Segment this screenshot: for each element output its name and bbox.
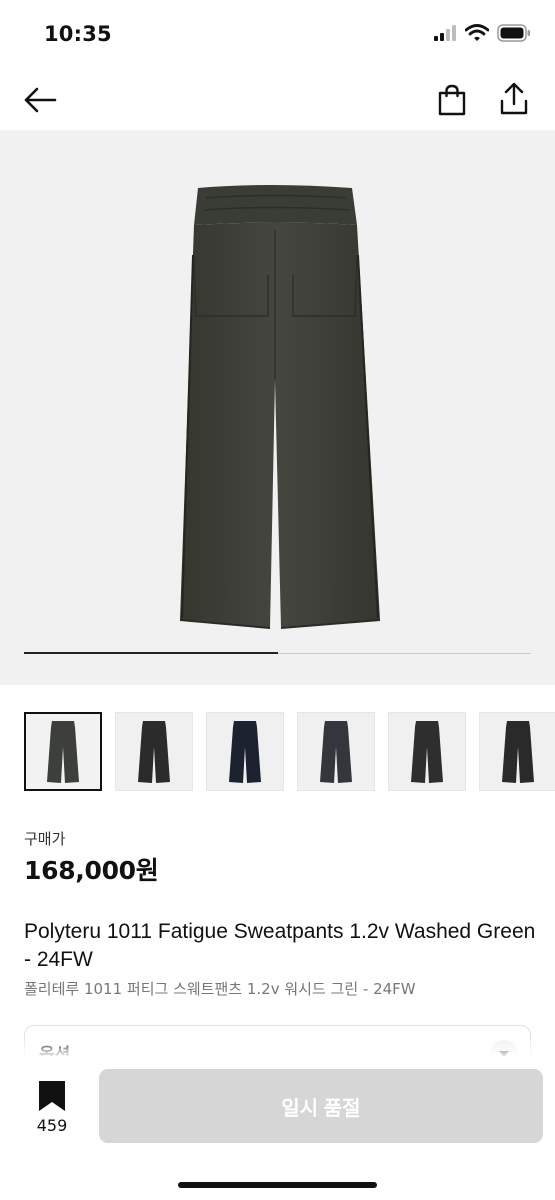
signal-icon [433, 25, 457, 45]
price-label: 구매가 [24, 830, 66, 848]
status-icons [433, 24, 531, 46]
status-bar: 10:35 [0, 0, 555, 70]
product-thumbnail[interactable] [479, 712, 555, 791]
bookmark-icon [39, 1081, 65, 1111]
bookmark-count: 459 [36, 1116, 68, 1135]
thumbnail-image [229, 720, 261, 783]
product-price: 168,000원 [24, 856, 159, 885]
thumbnail-image [138, 720, 170, 783]
share-icon [500, 82, 528, 115]
product-thumbnail[interactable] [24, 712, 102, 791]
product-name-en: Polyteru 1011 Fatigue Sweatpants 1.2v Wa… [24, 920, 536, 971]
shopping-bag-icon [438, 84, 466, 116]
gallery-progress-indicator [24, 652, 278, 654]
wifi-icon [464, 24, 490, 46]
product-image [179, 185, 381, 629]
back-arrow-icon [24, 87, 57, 113]
share-button[interactable] [494, 78, 534, 120]
shopping-bag-button[interactable] [432, 80, 472, 120]
nav-bar [0, 70, 555, 130]
product-name-ko: 폴리테루 1011 퍼티그 스웨트팬츠 1.2v 워시드 그린 - 24FW [24, 980, 416, 998]
bottom-action-bar: 459 일시 품절 [0, 1056, 555, 1200]
thumbnail-image [411, 720, 443, 783]
home-indicator [178, 1182, 377, 1188]
sold-out-button[interactable]: 일시 품절 [99, 1069, 543, 1143]
status-time: 10:35 [44, 22, 112, 46]
thumbnail-image [502, 720, 534, 783]
product-thumbnail[interactable] [297, 712, 375, 791]
product-image-gallery[interactable] [0, 130, 555, 685]
thumbnail-image [320, 720, 352, 783]
thumbnail-image [47, 720, 79, 783]
product-thumbnail[interactable] [206, 712, 284, 791]
product-thumbnail[interactable] [388, 712, 466, 791]
bookmark-button[interactable]: 459 [28, 1080, 76, 1136]
battery-icon [497, 24, 531, 46]
back-button[interactable] [18, 80, 62, 120]
thumbnail-strip [24, 712, 555, 791]
product-thumbnail[interactable] [115, 712, 193, 791]
